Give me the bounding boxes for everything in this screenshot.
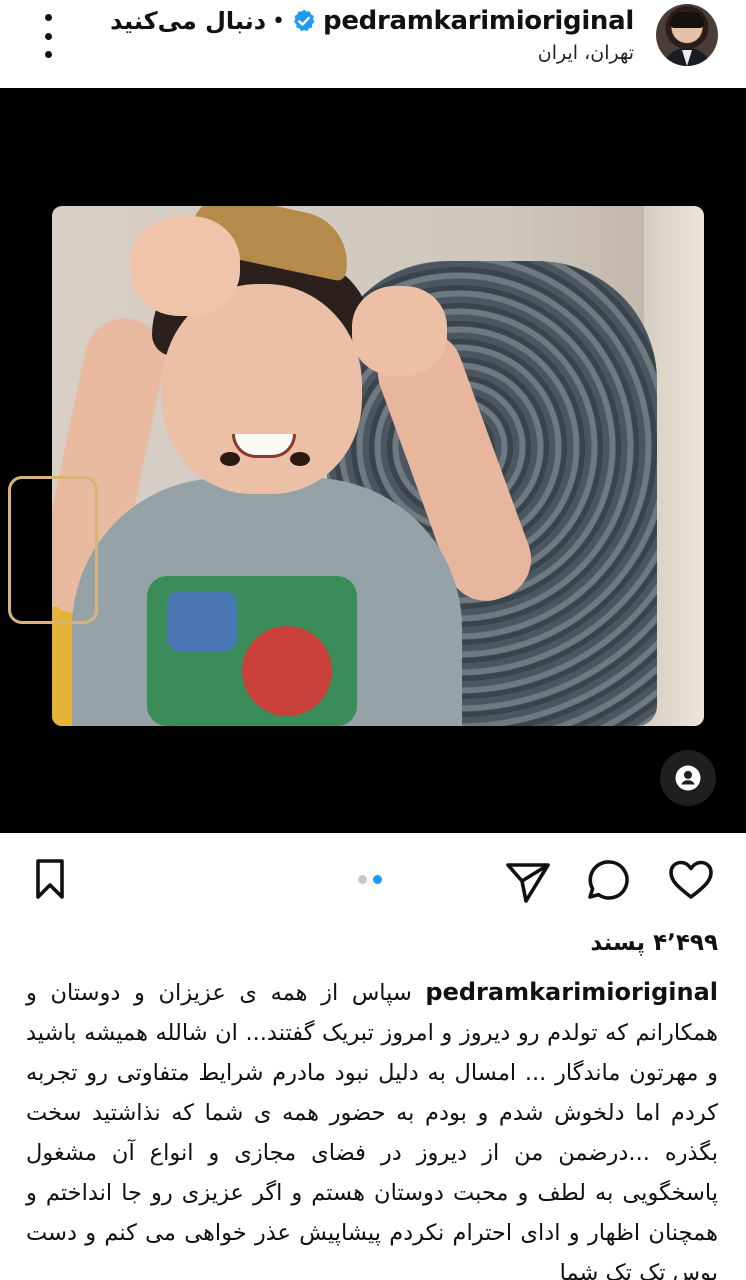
post-media[interactable] (0, 88, 746, 833)
header-user-row: pedramkarimioriginal • دنبال می‌کنید (110, 2, 634, 40)
user-tag-glyph (675, 765, 701, 791)
photo-print-badge (167, 591, 237, 651)
comment-icon[interactable] (584, 855, 634, 905)
post-header: pedramkarimioriginal • دنبال می‌کنید تهر… (0, 0, 746, 88)
verified-badge-icon (294, 9, 315, 32)
header-separator: • (272, 8, 286, 34)
carousel-indicator (358, 875, 382, 884)
photo-hand-left (130, 216, 240, 316)
post-location[interactable]: تهران، ایران (538, 42, 634, 64)
avatar-hair (670, 12, 704, 28)
more-dot (44, 14, 52, 21)
photo-print-dog (242, 626, 332, 716)
photo-eye (290, 452, 310, 466)
photo-hand-right (352, 286, 447, 376)
user-tag-icon[interactable] (660, 750, 716, 806)
photo-smile (232, 434, 296, 458)
heart-icon[interactable] (666, 855, 716, 905)
photo-eye (220, 452, 240, 466)
more-dot (44, 51, 52, 58)
send-icon[interactable] (502, 855, 552, 905)
caption-username[interactable]: pedramkarimioriginal (425, 978, 718, 1006)
profile-avatar[interactable] (656, 4, 718, 66)
action-bar (0, 833, 746, 933)
post-photo (52, 206, 704, 726)
likes-count[interactable]: ۴٬۴۹۹ پسند (590, 930, 718, 956)
more-dot (44, 32, 52, 40)
frame-overlay (8, 476, 98, 624)
caption-text: سپاس از همه ی عزیزان و دوستان و همکارانم… (26, 980, 718, 1280)
more-options-icon[interactable] (38, 14, 58, 58)
post-caption: pedramkarimioriginal سپاس از همه ی عزیزا… (26, 972, 718, 1280)
header-username[interactable]: pedramkarimioriginal (323, 6, 634, 36)
following-button[interactable]: دنبال می‌کنید (110, 7, 266, 35)
bookmark-icon[interactable] (30, 855, 80, 905)
carousel-dot-active (373, 875, 382, 884)
carousel-dot (358, 875, 367, 884)
